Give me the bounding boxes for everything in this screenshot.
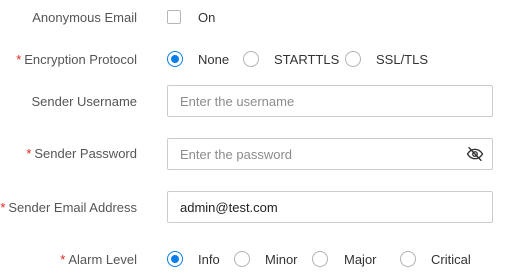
anonymous-email-label: Anonymous Email xyxy=(32,10,137,25)
encryption-option-starttls-label[interactable]: STARTTLS xyxy=(274,52,339,68)
encryption-radio-ssltls[interactable] xyxy=(345,51,361,67)
required-mark: * xyxy=(0,200,6,215)
alarm-radio-minor[interactable] xyxy=(234,251,250,267)
alarm-option-critical-label[interactable]: Critical xyxy=(431,252,471,268)
sender-username-input[interactable] xyxy=(167,85,493,117)
encryption-option-none-label[interactable]: None xyxy=(198,52,229,68)
alarm-option-minor-label[interactable]: Minor xyxy=(265,252,298,268)
alarm-radio-info[interactable] xyxy=(167,251,183,267)
alarm-level-label: * Alarm Level xyxy=(60,252,137,267)
alarm-radio-critical[interactable] xyxy=(400,251,416,267)
required-mark: * xyxy=(16,52,22,67)
sender-password-input[interactable] xyxy=(167,138,493,170)
sender-email-input[interactable] xyxy=(167,191,493,223)
sender-username-label: Sender Username xyxy=(31,94,138,109)
sender-email-label: * Sender Email Address xyxy=(0,200,137,215)
encryption-protocol-label: * Encryption Protocol xyxy=(16,52,137,67)
encryption-radio-starttls[interactable] xyxy=(243,51,259,67)
eye-slash-icon[interactable] xyxy=(466,145,484,163)
required-mark: * xyxy=(60,252,66,267)
alarm-radio-major[interactable] xyxy=(312,251,328,267)
encryption-option-ssltls-label[interactable]: SSL/TLS xyxy=(376,52,428,68)
encryption-radio-none[interactable] xyxy=(167,51,183,67)
anonymous-email-on-label[interactable]: On xyxy=(198,10,215,26)
required-mark: * xyxy=(26,146,32,161)
alarm-option-major-label[interactable]: Major xyxy=(344,252,377,268)
sender-password-label: * Sender Password xyxy=(26,146,137,161)
alarm-option-info-label[interactable]: Info xyxy=(198,252,220,268)
anonymous-email-checkbox[interactable] xyxy=(167,10,181,24)
